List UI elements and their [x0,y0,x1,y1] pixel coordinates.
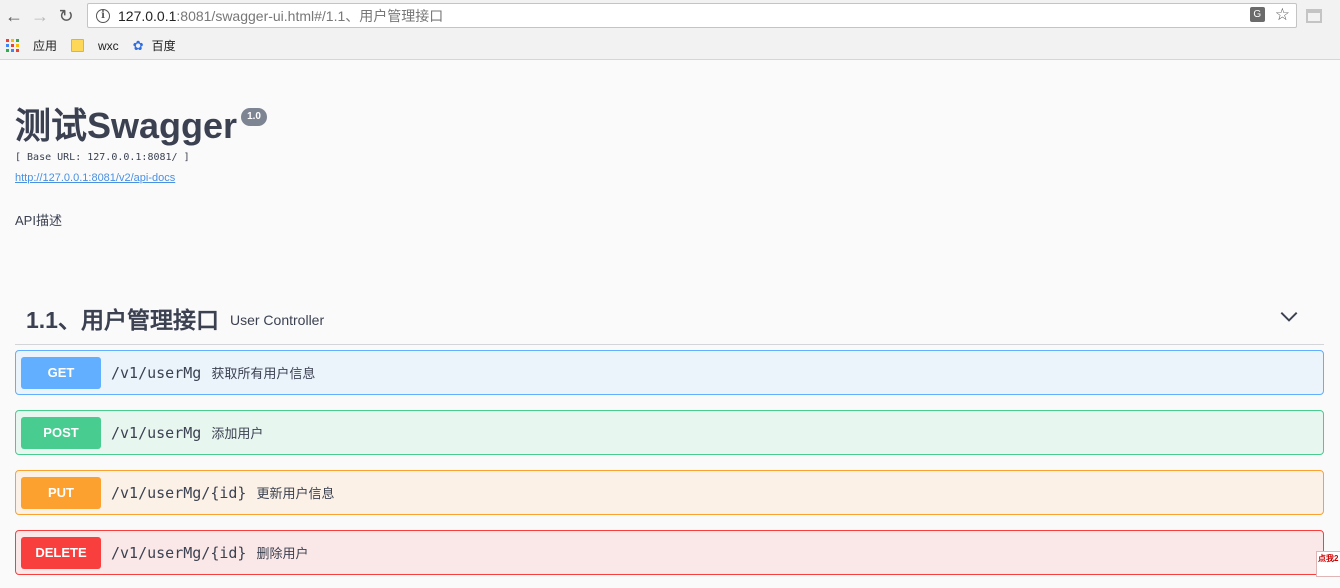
corner-floating-badge[interactable]: 点我2 [1316,551,1340,577]
baidu-paw-icon: ✿ [132,38,144,53]
operation-post-usermg[interactable]: POST /v1/userMg 添加用户 [15,410,1324,455]
bookmark-wxc[interactable]: wxc [71,39,119,53]
page-title: 测试Swagger [15,105,238,146]
method-badge: POST [21,416,101,449]
info-icon[interactable]: i [96,8,110,23]
reload-icon[interactable]: ↻ [53,3,79,29]
back-arrow-icon[interactable]: ← [1,3,27,29]
operation-path: /v1/userMg [111,423,202,442]
api-docs-link[interactable]: http://127.0.0.1:8081/v2/api-docs [15,172,175,184]
tag-section-header[interactable]: 1.1、用户管理接口 User Controller [15,291,1324,345]
method-badge: GET [21,356,101,389]
bookmark-label: 百度 [151,39,176,53]
bookmark-label: wxc [98,38,119,53]
operation-summary: 更新用户信息 [256,486,335,501]
method-badge: DELETE [21,536,101,569]
info-title-row: 测试Swagger 1.0 [15,104,267,148]
version-badge: 1.0 [241,108,267,126]
bookmarks-bar: 应用 wxc ✿ 百度 [0,32,1340,60]
bookmark-apps[interactable]: 应用 [0,37,57,54]
operation-summary: 删除用户 [256,546,309,561]
swagger-page: 测试Swagger 1.0 [ Base URL: 127.0.0.1:8081… [0,61,1340,588]
tag-name: 1.1、用户管理接口 [26,306,219,333]
bookmark-star-icon[interactable]: ☆ [1275,6,1290,23]
translate-icon[interactable]: G [1249,7,1265,22]
operation-delete-usermg-id[interactable]: DELETE /v1/userMg/{id} 删除用户 [15,530,1324,575]
bookmark-label: 应用 [33,39,58,53]
reader-mode-icon[interactable] [1306,9,1322,23]
base-url: [ Base URL: 127.0.0.1:8081/ ] [15,152,190,163]
folder-icon [71,39,85,52]
tag-description: User Controller [229,311,325,328]
operation-get-usermg[interactable]: GET /v1/userMg 获取所有用户信息 [15,350,1324,395]
chevron-down-icon[interactable] [1278,305,1300,327]
bookmark-baidu[interactable]: ✿ 百度 [133,37,176,54]
api-description: API描述 [15,213,62,228]
operation-put-usermg-id[interactable]: PUT /v1/userMg/{id} 更新用户信息 [15,470,1324,515]
operation-path: /v1/userMg/{id} [111,543,247,562]
address-bar[interactable]: i 127.0.0.1:8081/swagger-ui.html#/1.1、用户… [87,3,1297,28]
url-host: 127.0.0.1 [118,7,177,24]
operation-path: /v1/userMg/{id} [111,483,247,502]
apps-grid-icon [6,39,19,52]
operation-path: /v1/userMg [111,363,202,382]
method-badge: PUT [21,476,101,509]
operation-summary: 获取所有用户信息 [211,366,316,381]
url-path: :8081/swagger-ui.html#/1.1、用户管理接口 [176,7,444,24]
browser-toolbar: ← → ↻ i 127.0.0.1:8081/swagger-ui.html#/… [0,0,1340,32]
forward-arrow-icon[interactable]: → [27,3,53,29]
operation-summary: 添加用户 [211,426,264,441]
